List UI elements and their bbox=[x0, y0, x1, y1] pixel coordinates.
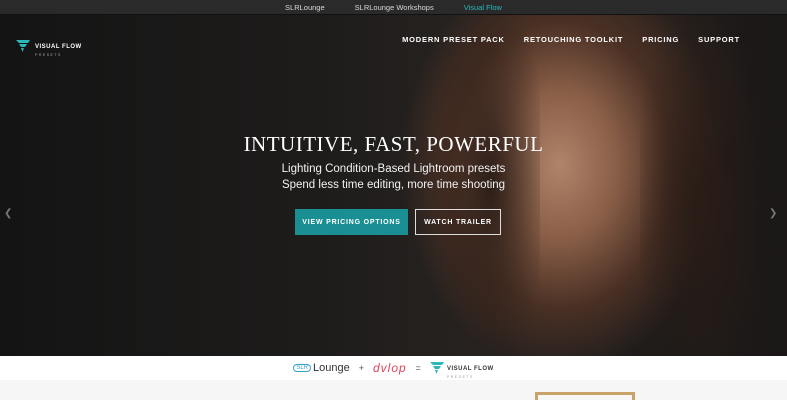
slr-badge: SLR bbox=[293, 364, 311, 372]
visual-flow-partner-logo: VISUAL FLOW PRESETS bbox=[429, 357, 494, 379]
logo-sub: PRESETS bbox=[35, 53, 62, 57]
slider-next-icon[interactable]: ❯ bbox=[769, 208, 779, 220]
topbar-link-workshops[interactable]: SLRLounge Workshops bbox=[355, 3, 434, 12]
slrlounge-text: Lounge bbox=[313, 362, 350, 374]
slrlounge-logo: SLR Lounge bbox=[293, 362, 350, 374]
visual-flow-logo-icon bbox=[429, 362, 444, 374]
hero-subtitle-line2: Spend less time editing, more time shoot… bbox=[281, 179, 506, 191]
partner-strip: SLR Lounge + dvlop = VISUAL FLOW PRESETS bbox=[0, 356, 787, 380]
equals-sign: = bbox=[415, 363, 421, 373]
watch-trailer-button[interactable]: WATCH TRAILER bbox=[415, 209, 501, 235]
nav-support[interactable]: SUPPORT bbox=[698, 35, 740, 44]
site-logo[interactable]: VISUAL FLOW PRESETS bbox=[16, 35, 82, 57]
partner-logo-name: VISUAL FLOW bbox=[446, 366, 494, 372]
hero-subtitle-line1: Lighting Condition-Based Lightroom prese… bbox=[281, 163, 506, 175]
main-nav: MODERN PRESET PACK RETOUCHING TOOLKIT PR… bbox=[402, 35, 740, 44]
plus-sign: + bbox=[358, 363, 364, 373]
view-pricing-button[interactable]: VIEW PRICING OPTIONS bbox=[295, 209, 408, 235]
nav-modern-preset-pack[interactable]: MODERN PRESET PACK bbox=[402, 35, 505, 44]
hero-headline: INTUITIVE, FAST, POWERFUL bbox=[243, 132, 544, 156]
slider-prev-icon[interactable]: ❮ bbox=[4, 208, 14, 220]
topbar-link-visual-flow[interactable]: Visual Flow bbox=[464, 3, 502, 12]
nav-retouching-toolkit[interactable]: RETOUCHING TOOLKIT bbox=[524, 35, 624, 44]
hero-section: VISUAL FLOW PRESETS MODERN PRESET PACK R… bbox=[0, 15, 787, 356]
visual-flow-logo-icon bbox=[16, 40, 30, 52]
nav-pricing[interactable]: PRICING bbox=[642, 35, 679, 44]
partner-logo-sub: PRESETS bbox=[446, 375, 474, 379]
topbar-link-slrlounge[interactable]: SLRLounge bbox=[285, 3, 325, 12]
logo-name: VISUAL FLOW bbox=[35, 44, 82, 50]
top-site-bar: SLRLounge SLRLounge Workshops Visual Flo… bbox=[0, 0, 787, 15]
gold-frame-decoration bbox=[535, 392, 635, 400]
dvlop-logo: dvlop bbox=[372, 361, 407, 375]
content-section bbox=[0, 380, 787, 400]
